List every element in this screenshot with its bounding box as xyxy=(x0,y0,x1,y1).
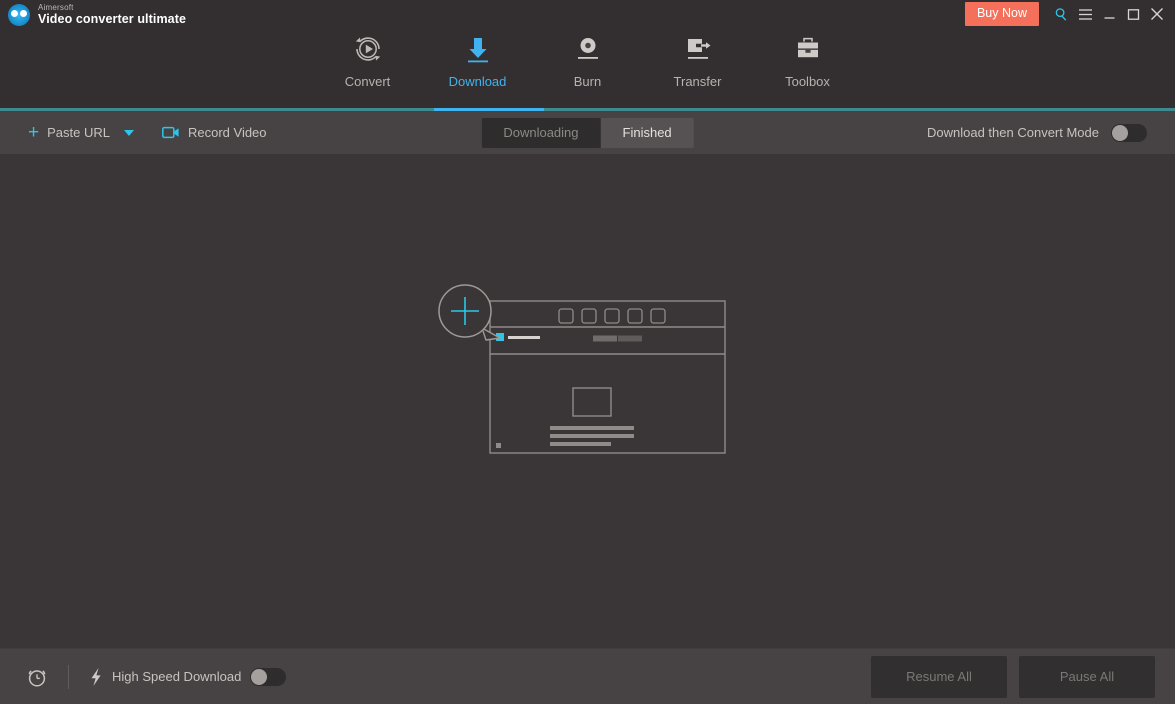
paste-url-button[interactable]: + Paste URL xyxy=(28,123,134,142)
nav-tab-label: Burn xyxy=(573,74,602,89)
bottom-left-group: High Speed Download xyxy=(0,664,287,689)
nav-tab-label: Convert xyxy=(344,74,391,89)
nav-tab-label: Toolbox xyxy=(785,74,830,89)
transfer-icon xyxy=(681,28,715,70)
chevron-down-icon[interactable] xyxy=(123,129,134,136)
record-video-label: Record Video xyxy=(187,125,267,140)
disc-burn-icon xyxy=(571,28,605,70)
title-bar: Aimersoft Video converter ultimate Buy N… xyxy=(0,0,1175,111)
tab-downloading[interactable]: Downloading xyxy=(481,117,601,148)
nav-tab-convert[interactable]: Convert xyxy=(313,20,423,108)
high-speed-download-label: High Speed Download xyxy=(112,669,242,684)
nav-tab-toolbox[interactable]: Toolbox xyxy=(753,20,863,108)
convert-mode-label: Download then Convert Mode xyxy=(927,125,1099,140)
app-window: Aimersoft Video converter ultimate Buy N… xyxy=(0,0,1175,704)
toolbox-icon xyxy=(791,28,825,70)
nav-tab-label: Download xyxy=(448,74,507,89)
divider xyxy=(68,664,69,689)
action-toolbar: + Paste URL Record Video Downloading Fin… xyxy=(0,111,1175,154)
convert-icon xyxy=(351,28,385,70)
nav-tab-label: Transfer xyxy=(673,74,722,89)
download-list-empty-area xyxy=(0,154,1175,648)
lightning-bolt-icon xyxy=(89,667,103,687)
high-speed-download-control: High Speed Download xyxy=(89,667,287,687)
main-navigation: Convert Download Burn Transfer Toolbox xyxy=(0,20,1175,108)
pause-all-button[interactable]: Pause All xyxy=(1019,655,1155,698)
toggle-knob xyxy=(1112,124,1128,141)
nav-tab-download[interactable]: Download xyxy=(423,20,533,108)
plus-icon: + xyxy=(28,122,40,143)
toolbar-left-group: + Paste URL Record Video xyxy=(0,123,267,142)
convert-mode-toggle[interactable] xyxy=(1111,123,1147,142)
bottom-right-group: Resume All Pause All xyxy=(871,655,1155,698)
download-arrow-icon xyxy=(461,28,495,70)
record-video-button[interactable]: Record Video xyxy=(162,125,267,140)
resume-all-button[interactable]: Resume All xyxy=(871,655,1007,698)
nav-tab-transfer[interactable]: Transfer xyxy=(643,20,753,108)
high-speed-download-toggle[interactable] xyxy=(250,667,287,686)
paste-url-label: Paste URL xyxy=(47,125,110,140)
nav-tab-burn[interactable]: Burn xyxy=(533,20,643,108)
alarm-clock-icon[interactable] xyxy=(26,666,48,688)
add-url-browser-illustration[interactable] xyxy=(437,276,738,466)
status-filter-tabs: Downloading Finished xyxy=(481,117,694,148)
bottom-status-bar: High Speed Download Resume All Pause All xyxy=(0,648,1175,704)
toggle-knob xyxy=(251,668,268,685)
video-camera-icon xyxy=(162,126,180,139)
tab-finished[interactable]: Finished xyxy=(600,117,694,148)
toolbar-right-group: Download then Convert Mode xyxy=(927,123,1147,142)
